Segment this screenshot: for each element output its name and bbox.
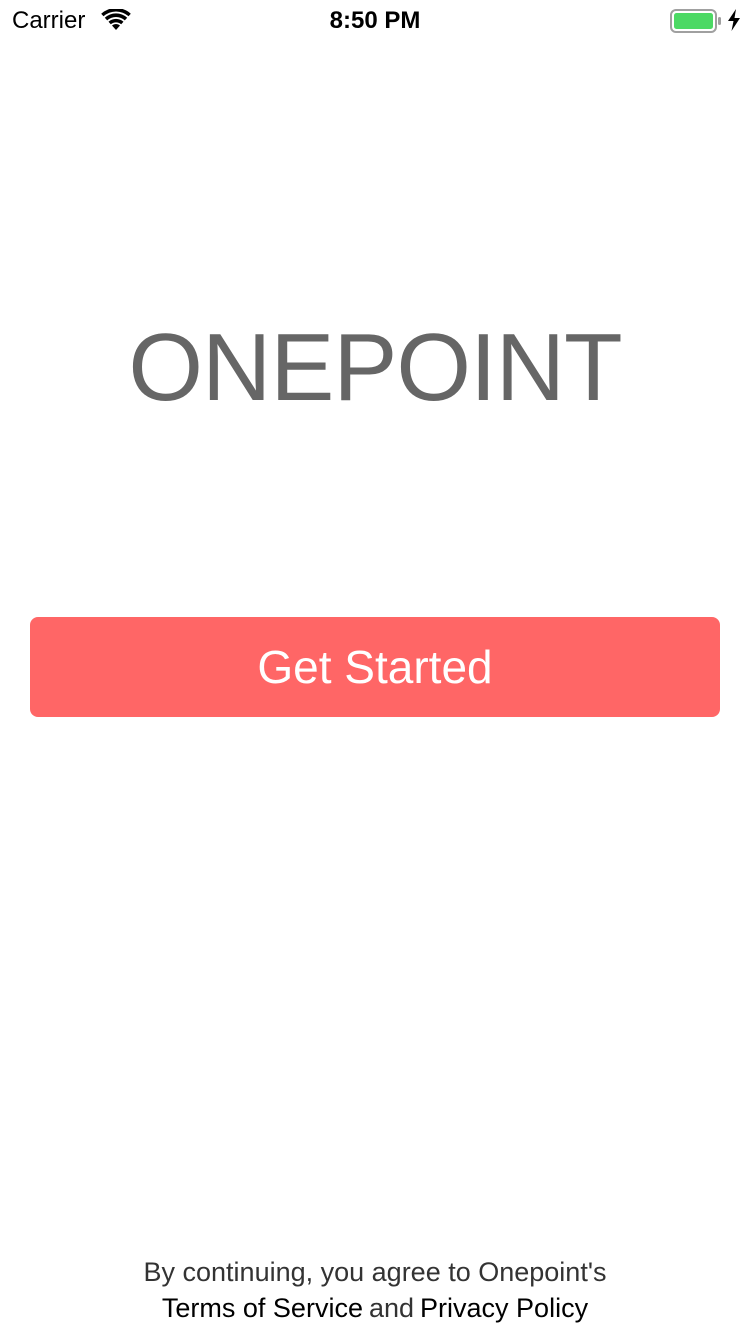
legal-intro-text: By continuing, you agree to Onepoint's bbox=[143, 1257, 607, 1287]
terms-of-service-link[interactable]: Terms of Service bbox=[162, 1293, 363, 1323]
charging-bolt-icon bbox=[728, 9, 740, 31]
legal-links-line: Terms of Service and Privacy Policy bbox=[0, 1290, 750, 1326]
legal-footer: By continuing, you agree to Onepoint's T… bbox=[0, 1254, 750, 1326]
status-bar: Carrier 8:50 PM bbox=[0, 0, 750, 40]
status-time: 8:50 PM bbox=[329, 7, 421, 34]
app-logo-wordmark: ONEPOINT bbox=[128, 314, 622, 421]
get-started-button[interactable]: Get Started bbox=[30, 617, 720, 717]
legal-and-text: and bbox=[368, 1293, 415, 1323]
privacy-policy-link[interactable]: Privacy Policy bbox=[420, 1293, 588, 1323]
battery-icon bbox=[670, 9, 721, 33]
